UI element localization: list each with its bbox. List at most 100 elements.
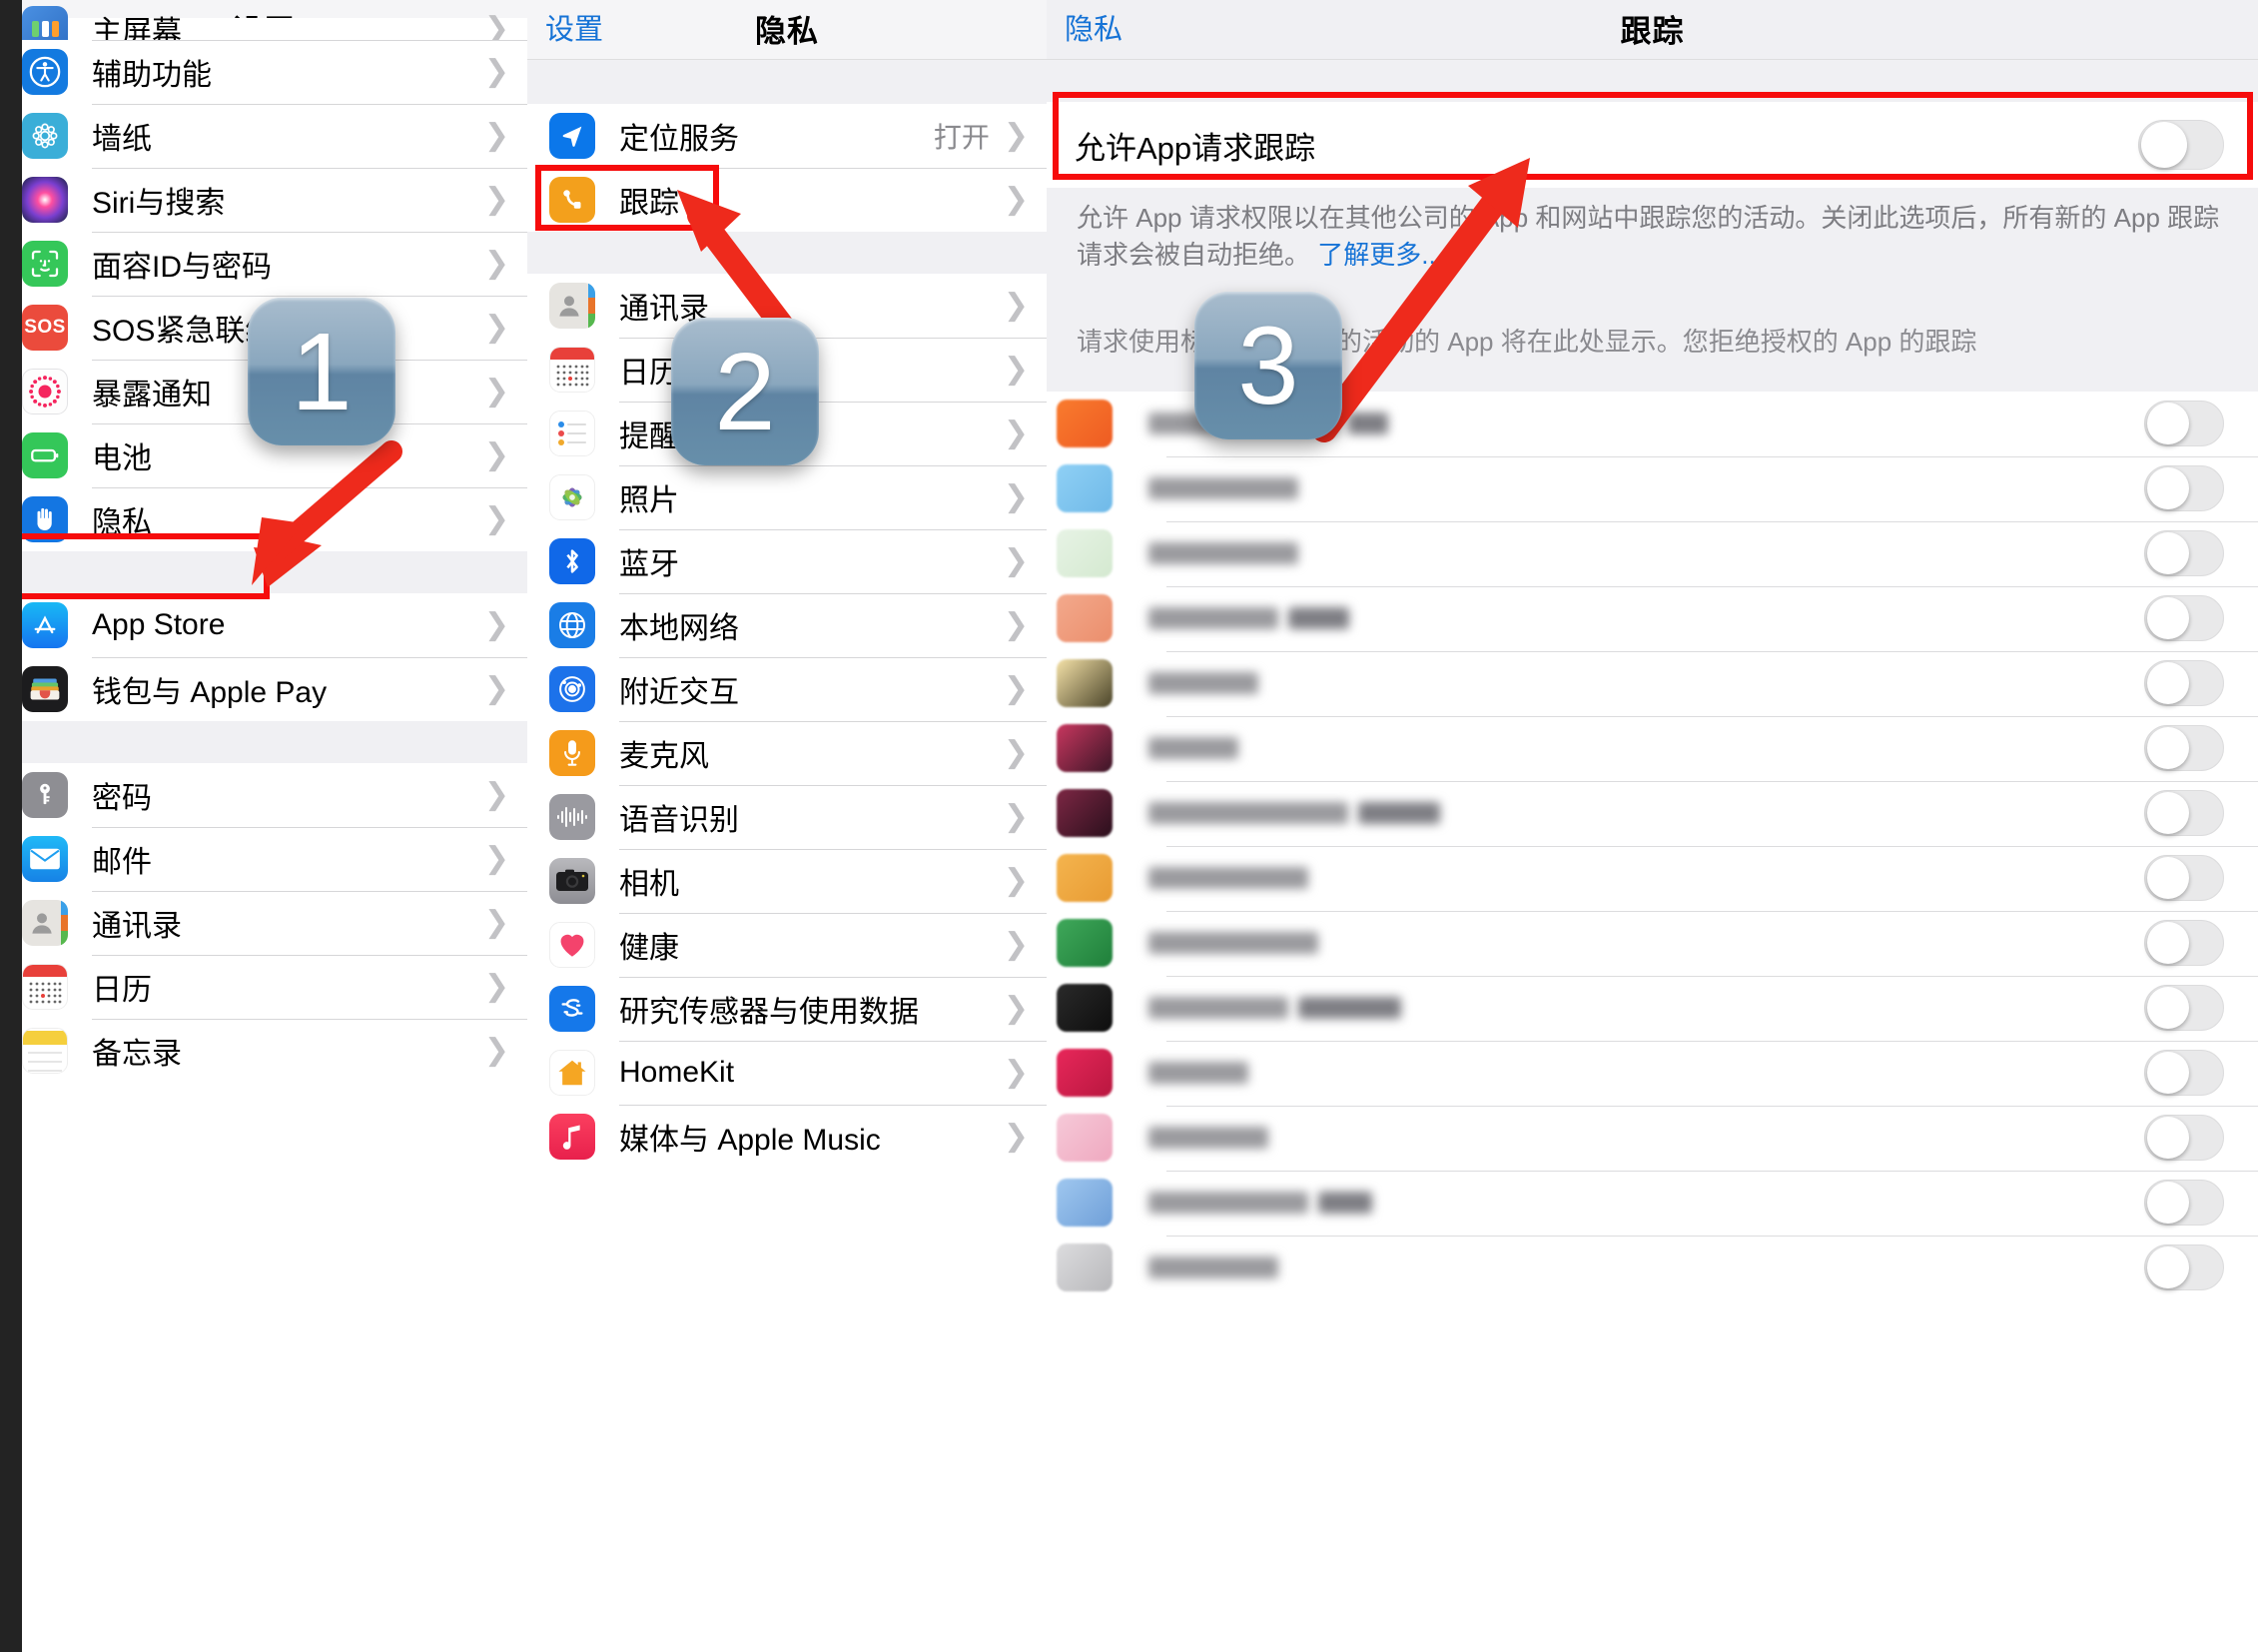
app-tracking-toggle[interactable]	[2144, 725, 2224, 771]
sidebar-item-wallpaper[interactable]: 墙纸 ❯	[0, 104, 527, 168]
chevron-right-icon: ❯	[483, 778, 509, 811]
reminders-icon	[549, 411, 595, 456]
sidebar-item-passwords[interactable]: 密码 ❯	[0, 763, 527, 827]
privacy-item-health[interactable]: 健康 ❯	[527, 913, 1047, 977]
privacy-item-microphone[interactable]: 麦克风 ❯	[527, 721, 1047, 785]
exposure-notification-icon	[22, 369, 68, 414]
app-name-redacted	[1148, 1127, 1268, 1149]
sidebar-item-siri[interactable]: Siri与搜索 ❯	[0, 168, 527, 232]
sidebar-item-accessibility[interactable]: 辅助功能 ❯	[0, 40, 527, 104]
sidebar-item-label: 日历	[92, 974, 152, 1007]
learn-more-link[interactable]: 了解更多...	[1317, 240, 1443, 270]
privacy-item-nearby-interactions[interactable]: 附近交互 ❯	[527, 657, 1047, 721]
toggle-knob	[2147, 467, 2189, 509]
app-tracking-toggle[interactable]	[2144, 1180, 2224, 1226]
app-icon-redacted	[1057, 400, 1113, 447]
privacy-item-homekit[interactable]: HomeKit ❯	[527, 1041, 1047, 1105]
app-tracking-toggle[interactable]	[2144, 401, 2224, 446]
sidebar-item-label: 邮件	[92, 846, 152, 879]
location-services-value: 打开	[933, 122, 990, 153]
faceid-icon	[22, 241, 68, 287]
tracking-app-row[interactable]	[1047, 1170, 2258, 1236]
homekit-icon	[549, 1050, 595, 1096]
tracking-app-row[interactable]	[1047, 1040, 2258, 1106]
sidebar-item-contacts[interactable]: 通讯录 ❯	[0, 891, 527, 955]
sidebar-item-privacy[interactable]: 隐私 ❯	[0, 487, 527, 551]
nav-spacer	[1047, 60, 2258, 102]
privacy-item-location-services[interactable]: 定位服务 打开 ❯	[527, 104, 1047, 168]
app-tracking-toggle[interactable]	[2144, 790, 2224, 836]
sidebar-item-label: 面容ID与密码	[92, 251, 272, 284]
app-tracking-toggle[interactable]	[2144, 660, 2224, 706]
device-bezel-left	[0, 0, 22, 1652]
local-network-icon	[549, 602, 595, 648]
siri-icon	[22, 177, 68, 223]
microphone-icon	[549, 730, 595, 776]
tracking-app-row[interactable]	[1047, 715, 2258, 781]
privacy-item-local-network[interactable]: 本地网络 ❯	[527, 593, 1047, 657]
sidebar-item-wallet[interactable]: 钱包与 Apple Pay ❯	[0, 657, 527, 721]
chevron-right-icon: ❯	[1003, 992, 1029, 1025]
tracking-description-text: 允许 App 请求权限以在其他公司的 App 和网站中跟踪您的活动。关闭此选项后…	[1077, 203, 2220, 270]
privacy-item-tracking[interactable]: 跟踪 ❯	[527, 168, 1047, 232]
app-name-redacted	[1148, 672, 1258, 694]
section-divider	[0, 551, 527, 593]
privacy-item-photos[interactable]: 照片 ❯	[527, 465, 1047, 529]
privacy-item-bluetooth[interactable]: 蓝牙 ❯	[527, 529, 1047, 593]
chevron-right-icon: ❯	[483, 247, 509, 280]
privacy-item-label: 语音识别	[619, 804, 739, 837]
app-tracking-toggle[interactable]	[2144, 595, 2224, 641]
chevron-right-icon: ❯	[1003, 608, 1029, 641]
privacy-item-camera[interactable]: 相机 ❯	[527, 849, 1047, 913]
tracking-app-row[interactable]	[1047, 1235, 2258, 1300]
chevron-right-icon: ❯	[1003, 416, 1029, 449]
app-tracking-toggle[interactable]	[2144, 1244, 2224, 1290]
app-tracking-toggle[interactable]	[2144, 1115, 2224, 1161]
app-tracking-toggle[interactable]	[2144, 985, 2224, 1031]
app-name-redacted	[1148, 477, 1298, 499]
toggle-knob	[2147, 403, 2189, 444]
sidebar-item-notes[interactable]: 备忘录 ❯	[0, 1019, 527, 1083]
privacy-item-research-sensor[interactable]: 研究传感器与使用数据 ❯	[527, 977, 1047, 1041]
app-tracking-toggle[interactable]	[2144, 920, 2224, 966]
chevron-right-icon: ❯	[483, 119, 509, 152]
tracking-app-row[interactable]	[1047, 455, 2258, 521]
app-tracking-toggle[interactable]	[2144, 855, 2224, 901]
toggle-knob	[2147, 857, 2189, 899]
tracking-app-row[interactable]	[1047, 910, 2258, 976]
tracking-app-row[interactable]	[1047, 650, 2258, 716]
app-tracking-toggle[interactable]	[2144, 1050, 2224, 1096]
chevron-right-icon: ❯	[1003, 928, 1029, 961]
allow-apps-request-tracking-row[interactable]: 允许App请求跟踪	[1047, 102, 2258, 188]
chevron-right-icon: ❯	[483, 842, 509, 875]
speech-recognition-icon	[549, 794, 595, 840]
sidebar-item-faceid[interactable]: 面容ID与密码 ❯	[0, 232, 527, 296]
tracking-app-row[interactable]	[1047, 975, 2258, 1041]
tracking-app-row[interactable]	[1047, 780, 2258, 846]
sidebar-item-label: 钱包与 Apple Pay	[92, 676, 328, 709]
app-icon-redacted	[1057, 854, 1113, 902]
chevron-right-icon: ❯	[483, 311, 509, 344]
screenshot-root: 设置 主屏幕 ❯ 辅助功能 ❯	[0, 0, 2258, 1652]
app-name-redacted	[1148, 802, 1348, 824]
app-icon-redacted	[1057, 984, 1113, 1032]
tracking-app-row[interactable]	[1047, 845, 2258, 911]
chevron-right-icon: ❯	[483, 1034, 509, 1067]
tracking-app-row[interactable]	[1047, 585, 2258, 651]
privacy-item-media-apple-music[interactable]: 媒体与 Apple Music ❯	[527, 1105, 1047, 1169]
app-name-redacted	[1148, 542, 1298, 564]
tracking-app-row[interactable]	[1047, 1105, 2258, 1171]
privacy-item-speech-recognition[interactable]: 语音识别 ❯	[527, 785, 1047, 849]
sidebar-item-calendar[interactable]: 日历 ❯	[0, 955, 527, 1019]
toggle-knob	[2141, 122, 2187, 168]
allow-tracking-toggle[interactable]	[2138, 120, 2224, 170]
chevron-right-icon: ❯	[1003, 480, 1029, 513]
list-item-homescreen[interactable]: 主屏幕 ❯	[0, 6, 527, 52]
app-tracking-toggle[interactable]	[2144, 530, 2224, 576]
tracking-app-row[interactable]	[1047, 520, 2258, 586]
sidebar-item-app-store[interactable]: App Store ❯	[0, 593, 527, 657]
app-icon-redacted	[1057, 919, 1113, 967]
app-tracking-toggle[interactable]	[2144, 465, 2224, 511]
sidebar-item-mail[interactable]: 邮件 ❯	[0, 827, 527, 891]
app-name-redacted-extra	[1348, 413, 1388, 434]
